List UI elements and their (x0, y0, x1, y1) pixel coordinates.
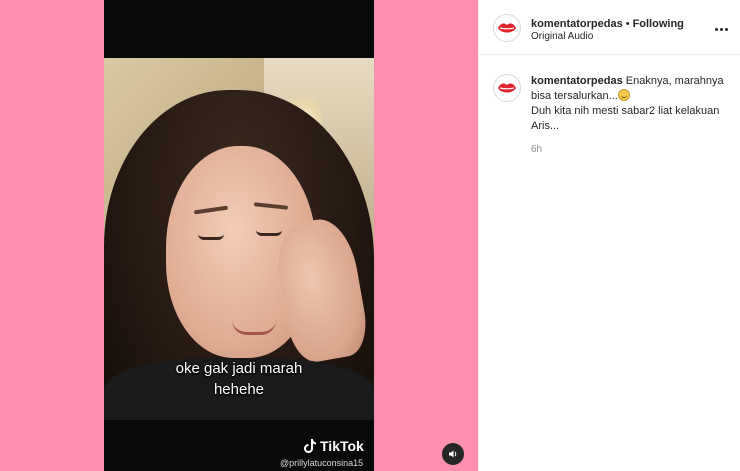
volume-icon (449, 450, 457, 458)
right-eye (256, 230, 282, 236)
audio-label[interactable]: Original Audio (531, 31, 593, 42)
tiktok-handle: @prillylatuconsina15 (280, 458, 364, 468)
author-avatar[interactable] (493, 14, 521, 42)
video-caption: oke gak jadi marah hehehe (104, 358, 374, 400)
left-eye (198, 234, 224, 240)
video-player[interactable]: oke gak jadi marah hehehe TikTok @prilly… (104, 0, 374, 471)
caption-line-1: oke gak jadi marah (175, 360, 303, 377)
more-options-dot (720, 28, 723, 31)
comment-username[interactable]: komentatorpedas (531, 75, 623, 87)
more-options-icon (715, 28, 718, 31)
grin-emoji-icon (617, 89, 630, 101)
tiktok-logo-icon (304, 439, 316, 453)
tiktok-watermark: TikTok (304, 438, 364, 454)
media-column: oke gak jadi marah hehehe TikTok @prilly… (0, 0, 478, 471)
author-line: komentatorpedas • Following (531, 14, 684, 32)
post-details-panel: komentatorpedas • Following Original Audio… (478, 0, 740, 471)
comment-text-2: Duh kita nih mesti sabar2 liat kelakuan … (531, 105, 720, 132)
caption-comment: komentatorpedas Enaknya, marahnya bisa t… (531, 74, 735, 134)
lips-avatar-icon (498, 23, 516, 33)
tiktok-label: TikTok (320, 438, 364, 454)
audio-toggle-button[interactable] (442, 443, 464, 465)
more-options-dot (725, 28, 728, 31)
caption-line-2: hehehe (213, 381, 265, 398)
post-modal: oke gak jadi marah hehehe TikTok @prilly… (0, 0, 740, 471)
comment-timestamp[interactable]: 6h (531, 144, 542, 155)
more-options-button[interactable] (715, 18, 730, 36)
post-header: komentatorpedas • Following Original Audio (479, 0, 740, 55)
author-username[interactable]: komentatorpedas (531, 18, 623, 30)
separator-dot: • (625, 18, 630, 30)
following-button[interactable]: Following (633, 18, 684, 30)
lips-avatar-icon (498, 83, 516, 93)
commenter-avatar[interactable] (493, 74, 521, 102)
